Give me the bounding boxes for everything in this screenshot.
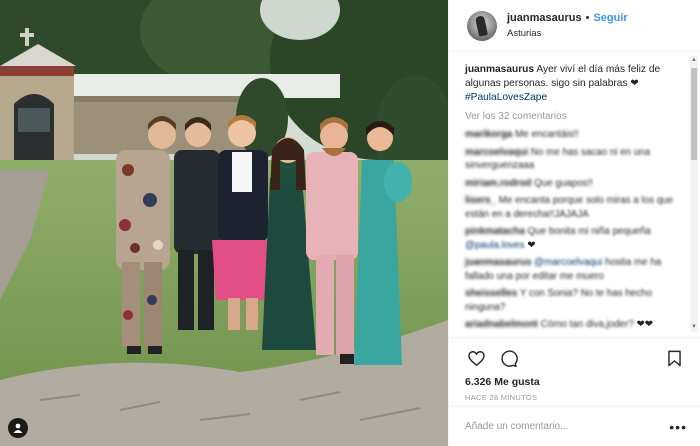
post-time-ago[interactable]: HACE 28 MINUTOS [465, 393, 685, 402]
comment-emoji: ❤ [527, 239, 536, 251]
heart-icon[interactable] [465, 347, 487, 369]
post-location[interactable]: Asturias [507, 28, 628, 39]
comment-item: pinkmatacha Que bonita mi niña pequeña @… [465, 225, 685, 252]
instagram-post-view: juanmasaurus • Seguir Asturias juanmasau… [0, 0, 700, 446]
post-username[interactable]: juanmasaurus [507, 12, 582, 25]
comment-text: Me encanta porque solo miras a los que e… [465, 195, 674, 220]
scrollbar-thumb[interactable] [691, 68, 697, 160]
comment-text: Cómo tan diva,joder? [540, 319, 634, 330]
comment-username[interactable]: ariadnabelmont [465, 319, 538, 330]
comment-item: ariadnabelmont Cómo tan diva,joder? ❤❤ [465, 318, 685, 332]
post-caption: juanmasaurus Ayer viví el día más feliz … [465, 63, 685, 105]
comment-username[interactable]: miriam.rodrod [465, 178, 531, 189]
comment-item: miriam.rodrod Que guapos!! [465, 177, 685, 191]
likes-count[interactable]: 6.326 Me gusta [465, 376, 685, 388]
scroll-down-arrow-icon[interactable]: ▼ [690, 323, 698, 332]
comment-list: marikorga Me encantáis!! marcoelvaqui No… [465, 128, 685, 332]
comment-username[interactable]: juanmasaurus [465, 257, 531, 268]
comment-username[interactable]: sheisselles [465, 288, 517, 299]
comment-text: Que guapos!! [534, 177, 593, 189]
comment-username[interactable]: lisers_ [465, 195, 496, 206]
post-header-text: juanmasaurus • Seguir Asturias [507, 12, 628, 40]
comment-username[interactable]: marcoelvaqui [465, 147, 528, 158]
comment-icon[interactable] [497, 347, 519, 369]
post-side-panel: juanmasaurus • Seguir Asturias juanmasau… [448, 0, 700, 446]
comment-mention[interactable]: @marcoelvaqui [534, 257, 602, 268]
comment-item: lisers_ Me encanta porque solo miras a l… [465, 194, 685, 221]
comment-text: Me encantáis!! [515, 129, 579, 140]
caption-hashtag[interactable]: #PaulaLovesZape [465, 92, 547, 103]
post-photo[interactable] [0, 0, 448, 446]
add-comment-bar: ••• [449, 406, 700, 446]
comment-item: juanmasaurus @marcoelvaqui hostia me ha … [465, 256, 685, 283]
caption-username[interactable]: juanmasaurus [465, 64, 534, 75]
post-actions: 6.326 Me gusta HACE 28 MINUTOS [449, 337, 700, 402]
comment-item: marikorga Me encantáis!! [465, 128, 685, 142]
comments-section[interactable]: juanmasaurus Ayer viví el día más feliz … [449, 53, 700, 335]
user-tag-icon[interactable] [8, 418, 28, 438]
more-options-button[interactable]: ••• [669, 420, 687, 434]
follow-button[interactable]: Seguir [593, 12, 627, 25]
avatar-icon[interactable] [467, 10, 497, 41]
comment-item: marcoelvaqui No me has sacao ni en una s… [465, 146, 685, 173]
caption-emoji: ❤ [630, 78, 639, 89]
view-all-comments-link[interactable]: Ver los 32 comentarios [465, 111, 685, 122]
add-comment-input[interactable] [465, 421, 670, 432]
comment-emoji: ❤❤ [636, 319, 653, 330]
comment-username[interactable]: pinkmatacha [465, 226, 525, 237]
comment-username[interactable]: marikorga [465, 129, 512, 140]
bookmark-icon[interactable] [663, 347, 685, 369]
group-photo-image [0, 0, 448, 446]
action-icon-row [465, 346, 685, 370]
comments-scrollbar[interactable]: ▲ ▼ [690, 56, 698, 332]
post-header-row: juanmasaurus • Seguir [507, 12, 628, 25]
comment-item: sheisselles Y con Sonia? No te has hecho… [465, 287, 685, 314]
comment-text: Que bonita mi niña pequeña [527, 226, 651, 237]
header-separator: • [585, 11, 590, 24]
post-header: juanmasaurus • Seguir Asturias [449, 0, 700, 52]
scroll-up-arrow-icon[interactable]: ▲ [690, 56, 698, 65]
comment-mention[interactable]: @paula.loves [465, 240, 525, 251]
